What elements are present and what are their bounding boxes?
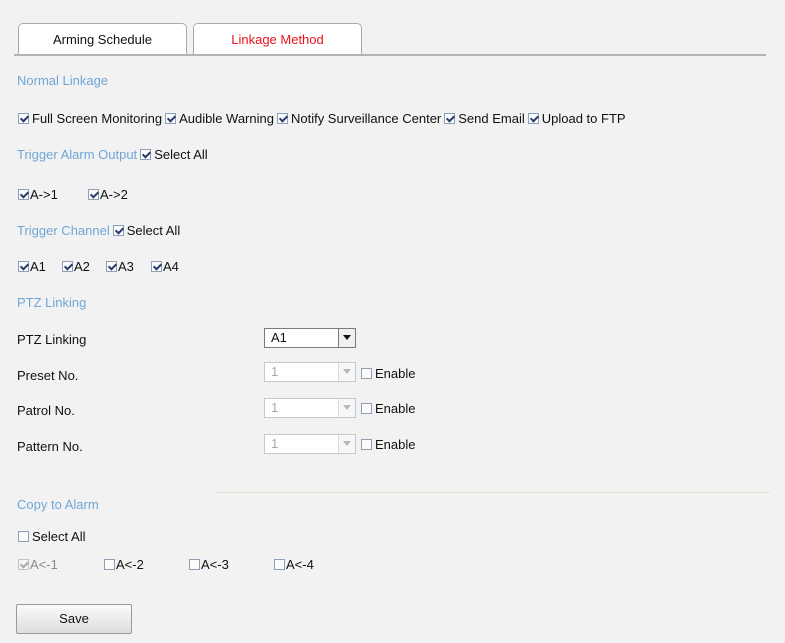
label-channel-a4: A4 xyxy=(163,259,179,274)
checkbox-copy-a1 xyxy=(18,559,29,570)
channel-item-a1: A1 xyxy=(18,259,49,274)
label-copy-a3: A<-3 xyxy=(201,557,229,572)
chevron-down-icon xyxy=(338,399,355,417)
checkbox-send-email[interactable] xyxy=(444,113,456,124)
label-full-screen-monitoring: Full Screen Monitoring xyxy=(32,111,163,126)
checkbox-audible-warning[interactable] xyxy=(165,113,177,124)
label-copy-select-all: Select All xyxy=(32,529,86,544)
label-channel-select-all: Select All xyxy=(126,223,181,238)
alarm-output-item-1: A->1 xyxy=(18,187,61,202)
label-pattern-no: Pattern No. xyxy=(17,439,83,454)
normal-linkage-options: Full Screen Monitoring Audible Warning N… xyxy=(18,111,629,126)
alarm-output-item-2: A->2 xyxy=(88,187,131,202)
pattern-enable: Enable xyxy=(361,437,418,452)
preset-enable: Enable xyxy=(361,366,418,381)
label-alarm-output-select-all: Select All xyxy=(154,147,208,162)
channel-item-a2: A2 xyxy=(62,259,93,274)
label-alarm-output-a2: A->2 xyxy=(100,187,128,202)
checkbox-copy-select-all[interactable] xyxy=(18,531,29,542)
label-copy-a2: A<-2 xyxy=(116,557,144,572)
trigger-alarm-output-header: Trigger Alarm Output Select All xyxy=(17,147,211,162)
label-patrol-enable: Enable xyxy=(375,401,416,416)
label-channel-a3: A3 xyxy=(118,259,134,274)
patrol-enable: Enable xyxy=(361,401,418,416)
channel-item-a4: A4 xyxy=(151,259,182,274)
chevron-down-icon xyxy=(338,363,355,381)
patrol-no-value: 1 xyxy=(271,400,279,415)
trigger-channel-header: Trigger Channel Select All xyxy=(17,223,183,238)
section-trigger-alarm-output: Trigger Alarm Output xyxy=(17,147,138,162)
patrol-no-select[interactable]: 1 xyxy=(264,398,356,418)
chevron-down-icon xyxy=(338,435,355,453)
pattern-no-value: 1 xyxy=(271,436,279,451)
section-trigger-channel: Trigger Channel xyxy=(17,223,110,238)
label-copy-a4: A<-4 xyxy=(286,557,314,572)
section-ptz-linking: PTZ Linking xyxy=(17,295,87,310)
label-ptz-linking: PTZ Linking xyxy=(17,332,87,347)
label-preset-no: Preset No. xyxy=(17,368,79,383)
label-pattern-enable: Enable xyxy=(375,437,416,452)
checkbox-alarm-output-a2[interactable] xyxy=(88,189,99,200)
section-copy-to-alarm: Copy to Alarm xyxy=(17,497,99,512)
checkbox-channel-a3[interactable] xyxy=(106,261,117,272)
checkbox-channel-a2[interactable] xyxy=(62,261,73,272)
channel-item-a3: A3 xyxy=(106,259,137,274)
checkbox-alarm-output-a1[interactable] xyxy=(18,189,29,200)
label-notify-surveillance-center: Notify Surveillance Center xyxy=(290,111,442,126)
section-divider xyxy=(215,492,770,493)
checkbox-pattern-enable[interactable] xyxy=(361,439,372,450)
checkbox-channel-select-all[interactable] xyxy=(112,225,124,236)
checkbox-copy-a2[interactable] xyxy=(104,559,115,570)
copy-select-all: Select All xyxy=(18,529,88,544)
checkbox-notify-surveillance-center[interactable] xyxy=(276,113,288,124)
checkbox-patrol-enable[interactable] xyxy=(361,403,372,414)
checkbox-channel-a1[interactable] xyxy=(18,261,29,272)
copy-item-4: A<-4 xyxy=(274,557,317,572)
ptz-linking-select[interactable]: A1 xyxy=(264,328,356,348)
checkbox-preset-enable[interactable] xyxy=(361,368,372,379)
copy-item-1: A<-1 xyxy=(18,557,61,572)
copy-item-3: A<-3 xyxy=(189,557,232,572)
label-send-email: Send Email xyxy=(458,111,525,126)
preset-no-select[interactable]: 1 xyxy=(264,362,356,382)
preset-no-value: 1 xyxy=(271,364,279,379)
label-alarm-output-a1: A->1 xyxy=(30,187,58,202)
label-channel-a2: A2 xyxy=(74,259,90,274)
checkbox-full-screen-monitoring[interactable] xyxy=(18,113,29,124)
ptz-linking-value: A1 xyxy=(271,330,287,345)
label-preset-enable: Enable xyxy=(375,366,416,381)
checkbox-channel-a4[interactable] xyxy=(151,261,162,272)
checkbox-alarm-output-select-all[interactable] xyxy=(140,149,152,160)
section-normal-linkage: Normal Linkage xyxy=(17,73,109,88)
label-channel-a1: A1 xyxy=(30,259,46,274)
copy-item-2: A<-2 xyxy=(104,557,147,572)
label-patrol-no: Patrol No. xyxy=(17,403,75,418)
pattern-no-select[interactable]: 1 xyxy=(264,434,356,454)
label-upload-to-ftp: Upload to FTP xyxy=(541,111,626,126)
label-audible-warning: Audible Warning xyxy=(179,111,274,126)
save-button[interactable]: Save xyxy=(16,604,132,634)
tab-arming-schedule[interactable]: Arming Schedule xyxy=(18,23,187,55)
chevron-down-icon xyxy=(338,329,355,347)
checkbox-copy-a3[interactable] xyxy=(189,559,200,570)
tab-linkage-method[interactable]: Linkage Method xyxy=(193,23,362,55)
label-copy-a1: A<-1 xyxy=(30,557,58,572)
checkbox-upload-to-ftp[interactable] xyxy=(527,113,539,124)
tab-divider xyxy=(14,54,766,56)
checkbox-copy-a4[interactable] xyxy=(274,559,285,570)
